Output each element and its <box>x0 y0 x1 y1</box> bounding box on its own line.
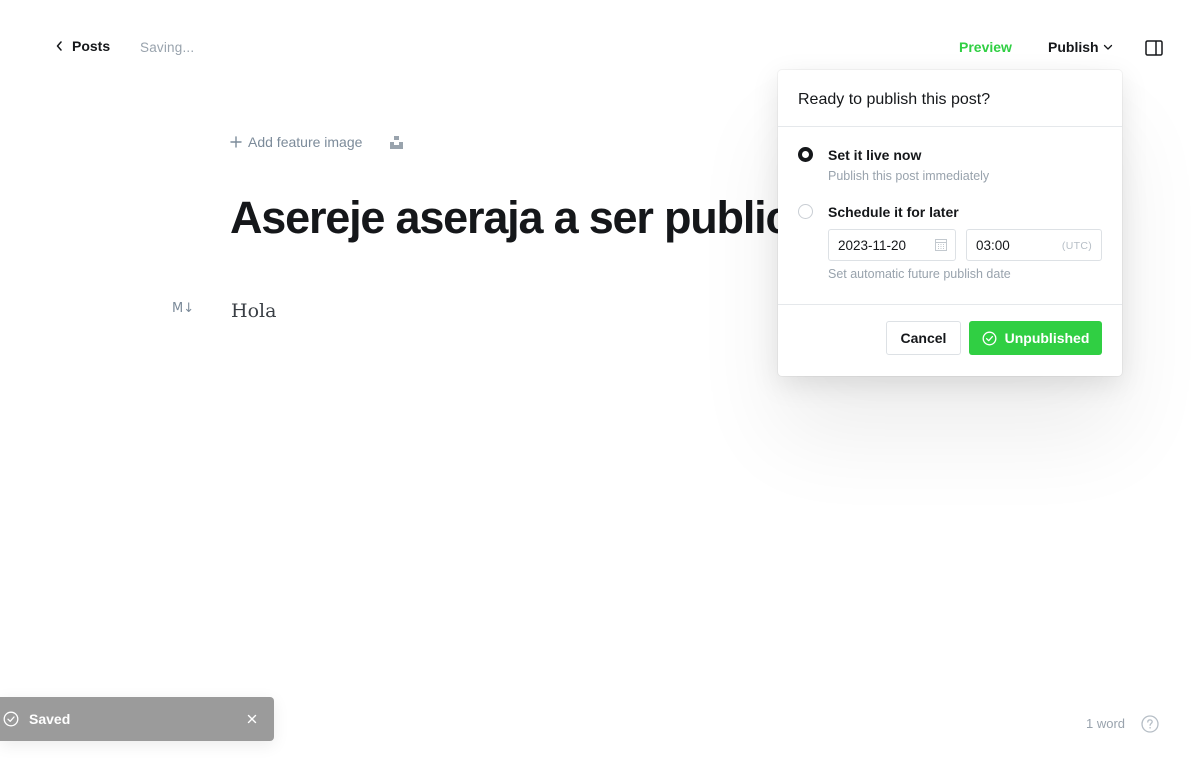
sidebar-toggle-icon <box>1145 40 1163 56</box>
plus-icon <box>230 136 242 148</box>
schedule-time-value: 03:00 <box>976 237 1010 253</box>
toast-message: Saved <box>29 711 71 727</box>
chevron-down-icon <box>1103 44 1112 50</box>
option-description: Set automatic future publish date <box>828 267 1011 281</box>
schedule-date-input[interactable]: 2023-11-20 <box>828 229 956 261</box>
help-circle-icon <box>1141 715 1159 733</box>
preview-button[interactable]: Preview <box>959 39 1012 55</box>
post-title[interactable]: Asereje aseraja a ser publicado <box>230 190 790 250</box>
sidebar-toggle-button[interactable] <box>1145 40 1163 61</box>
publish-menu-footer: Cancel Unpublished <box>778 304 1122 376</box>
word-count: 1 word <box>1086 716 1126 731</box>
add-feature-image-label: Add feature image <box>248 134 363 150</box>
timezone-label: (UTC) <box>1061 240 1092 252</box>
check-circle-icon <box>982 331 997 345</box>
publish-button-label: Publish <box>1048 39 1099 55</box>
cancel-button[interactable]: Cancel <box>886 321 961 355</box>
post-body[interactable]: Hola <box>231 300 276 322</box>
option-title: Set it live now <box>828 147 922 163</box>
add-feature-image-button[interactable]: Add feature image <box>230 134 362 150</box>
option-description: Publish this post immediately <box>828 169 990 183</box>
publish-menu-heading: Ready to publish this post? <box>778 70 1122 127</box>
back-link-label: Posts <box>72 38 111 54</box>
publish-dropdown-button[interactable]: Publish <box>1048 39 1113 55</box>
breadcrumb: Posts <box>56 38 110 54</box>
publish-confirm-button[interactable]: Unpublished <box>969 321 1102 355</box>
radio-publish-now[interactable] <box>798 147 813 162</box>
saved-toast: Saved <box>0 697 274 741</box>
chevron-left-icon <box>56 41 62 51</box>
help-button[interactable] <box>1141 715 1159 738</box>
close-icon <box>247 714 257 724</box>
unsplash-icon <box>390 136 403 149</box>
publish-confirm-label: Unpublished <box>1004 330 1090 346</box>
toast-close-button[interactable] <box>246 712 258 730</box>
unsplash-button[interactable] <box>389 135 404 155</box>
check-circle-icon <box>3 711 19 727</box>
markdown-icon[interactable]: M↓ <box>172 301 194 316</box>
publish-menu: Ready to publish this post? Set it live … <box>778 70 1122 376</box>
save-status: Saving... <box>140 40 195 55</box>
option-title: Schedule it for later <box>828 204 959 220</box>
schedule-date-value: 2023-11-20 <box>838 237 907 253</box>
radio-schedule[interactable] <box>798 204 813 219</box>
post-editor-page: Posts Saving... Preview Publish Add feat… <box>0 0 1200 771</box>
calendar-icon <box>935 239 947 251</box>
back-to-posts-link[interactable]: Posts <box>56 38 110 54</box>
schedule-time-input[interactable]: 03:00 (UTC) <box>966 229 1102 261</box>
